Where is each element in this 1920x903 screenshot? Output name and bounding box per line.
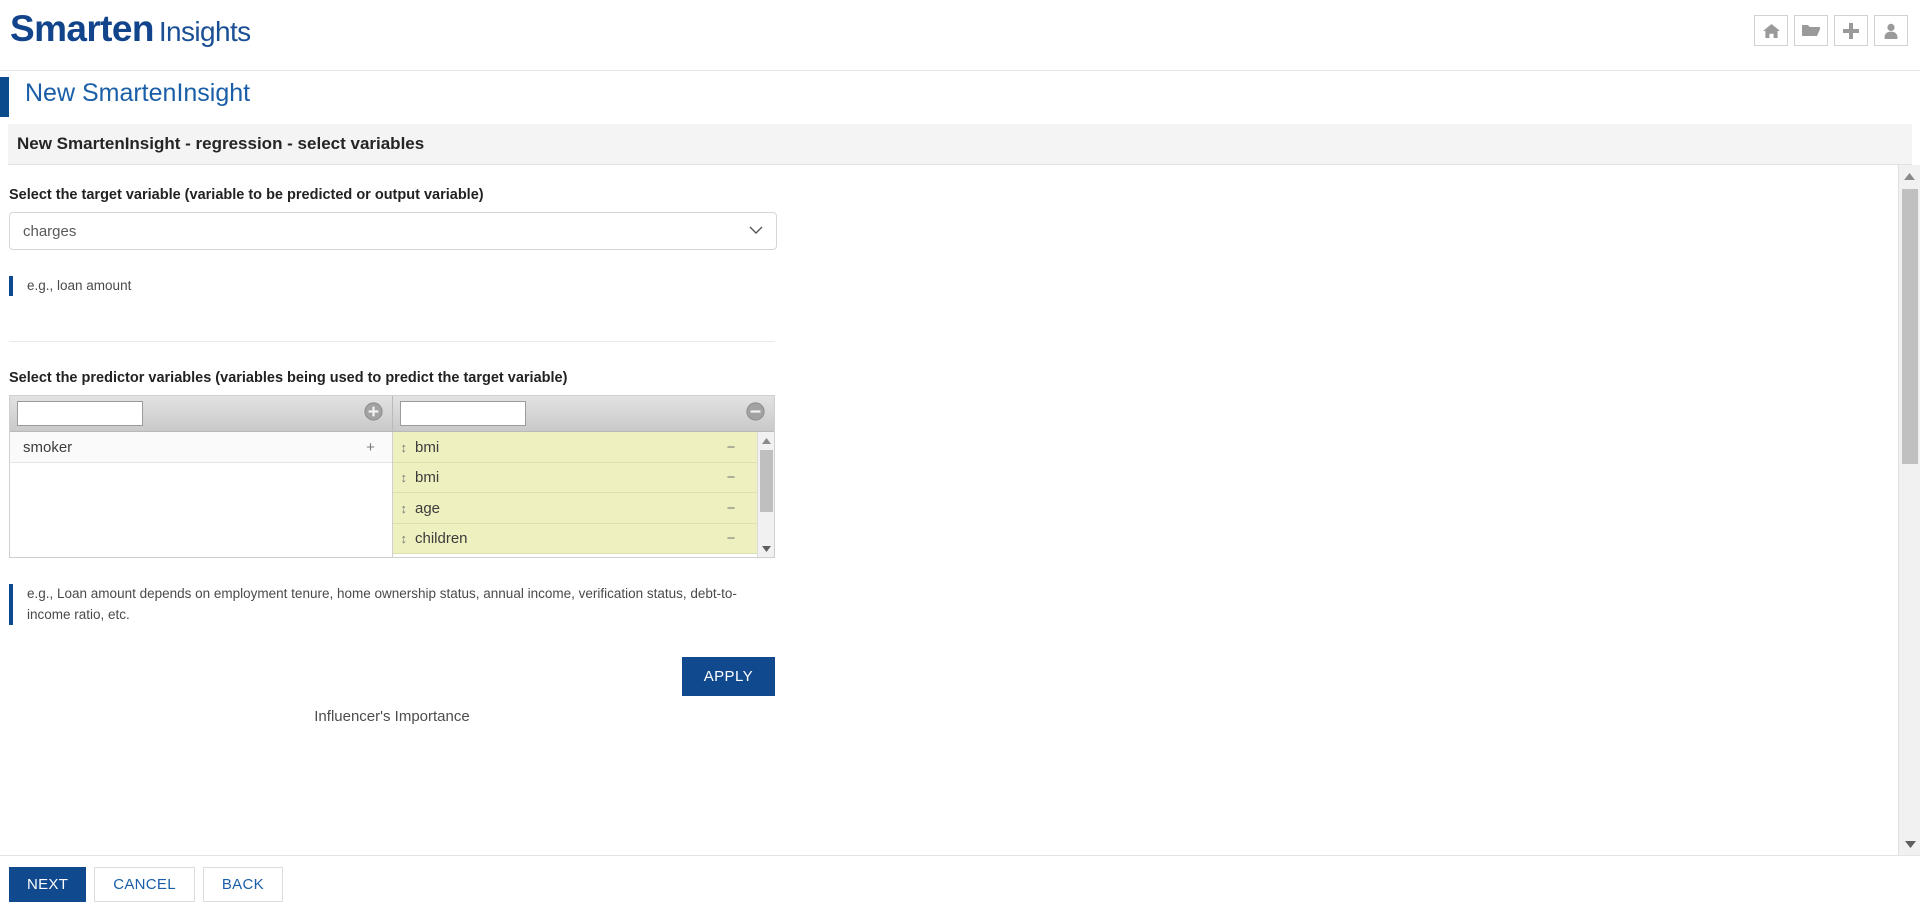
drag-handle-icon[interactable]: ↕ (401, 441, 408, 454)
page-scroll-down-arrow-icon[interactable] (1899, 833, 1920, 855)
add-variable-button[interactable]: + (350, 432, 392, 462)
next-button[interactable]: NEXT (9, 867, 87, 902)
selected-item-label: age (415, 499, 441, 517)
logo-brand: Smarten (10, 8, 154, 49)
selected-item-label: children (415, 530, 468, 547)
apply-button[interactable]: APPLY (681, 656, 775, 696)
drag-handle-icon[interactable]: ↕ (401, 471, 408, 484)
top-bar-actions (1754, 15, 1908, 46)
list-item[interactable]: ↕ bmi − (392, 432, 774, 463)
selected-list-header (393, 396, 775, 431)
circle-plus-icon[interactable] (363, 402, 383, 426)
available-item-label: smoker (23, 438, 73, 456)
available-list-header (10, 396, 393, 432)
page-scrollbar-thumb[interactable] (1902, 189, 1918, 464)
dual-list-body: smoker + ↕ bmi − ↕ bmi − ↕ age − ↕ child… (10, 432, 774, 558)
selected-search-input[interactable] (399, 401, 526, 427)
list-item[interactable]: ↕ bmi − (392, 462, 774, 494)
plus-icon (1843, 22, 1859, 39)
home-icon (1762, 23, 1780, 39)
logo-suffix: Insights (158, 16, 251, 47)
available-search-input[interactable] (17, 401, 143, 427)
back-button[interactable]: BACK (202, 867, 283, 902)
dual-list-box: smoker + ↕ bmi − ↕ bmi − ↕ age − ↕ child… (9, 395, 775, 559)
circle-minus-icon[interactable] (746, 402, 765, 426)
page-title: New SmartenInsight (25, 79, 251, 107)
folder-icon (1802, 23, 1820, 38)
title-accent-bar (0, 77, 9, 117)
predictor-section: Select the predictor variables (variable… (9, 370, 1890, 725)
page-scroll-up-arrow-icon[interactable] (1899, 165, 1920, 187)
target-hint-text: e.g., loan amount (27, 278, 132, 293)
section-header: New SmartenInsight - regression - select… (8, 124, 1912, 165)
dual-list-header (10, 396, 775, 433)
remove-variable-button[interactable]: − (710, 432, 752, 462)
selected-variables-pane[interactable]: ↕ bmi − ↕ bmi − ↕ age − ↕ children − (392, 432, 774, 558)
drag-handle-icon[interactable]: ↕ (401, 502, 408, 515)
scroll-down-arrow-icon[interactable] (758, 540, 774, 557)
predictor-variables-label: Select the predictor variables (variable… (9, 370, 568, 387)
user-account-button[interactable] (1874, 15, 1908, 46)
section-header-label: New SmartenInsight - regression - select… (17, 134, 425, 153)
section-divider (9, 341, 775, 343)
selected-list-scrollbar[interactable] (757, 432, 774, 558)
predictor-hint-text: e.g., Loan amount depends on employment … (27, 586, 737, 622)
drag-handle-icon[interactable]: ↕ (401, 532, 408, 545)
chevron-down-icon (749, 222, 763, 240)
remove-variable-button[interactable]: − (710, 493, 752, 523)
user-icon (1883, 23, 1899, 39)
list-item[interactable]: ↕ age − (392, 493, 774, 524)
page-scrollbar[interactable] (1898, 165, 1920, 855)
scroll-up-arrow-icon[interactable] (758, 432, 774, 449)
top-bar: Smarten Insights (0, 0, 1920, 71)
app-logo: Smarten Insights (10, 8, 251, 50)
content-area: Select the target variable (variable to … (0, 165, 1920, 855)
remove-variable-button[interactable]: − (710, 524, 752, 554)
target-variable-value: charges (23, 222, 77, 240)
home-button[interactable] (1754, 15, 1788, 46)
apply-row: APPLY (9, 656, 775, 696)
available-variables-pane[interactable]: smoker + (10, 432, 393, 558)
list-item[interactable]: smoker + (10, 432, 392, 463)
new-button[interactable] (1834, 15, 1868, 46)
target-variable-hint: e.g., loan amount (9, 276, 769, 297)
cancel-button[interactable]: CANCEL (94, 867, 195, 902)
influencers-importance-title: Influencer's Importance (314, 707, 470, 725)
predictor-variables-hint: e.g., Loan amount depends on employment … (9, 584, 769, 625)
list-item[interactable]: ↕ children − (392, 523, 774, 555)
target-variable-label: Select the target variable (variable to … (9, 187, 484, 203)
target-variable-select[interactable]: charges (9, 212, 777, 250)
selected-item-label: bmi (415, 469, 440, 486)
scrollbar-thumb[interactable] (760, 450, 773, 513)
open-folder-button[interactable] (1794, 15, 1828, 46)
selected-item-label: bmi (415, 438, 440, 456)
form-content: Select the target variable (variable to … (0, 165, 1890, 855)
remove-variable-button[interactable]: − (710, 463, 752, 493)
wizard-actions: NEXT CANCEL BACK (0, 855, 1920, 903)
page-title-bar: New SmartenInsight (0, 71, 1920, 124)
